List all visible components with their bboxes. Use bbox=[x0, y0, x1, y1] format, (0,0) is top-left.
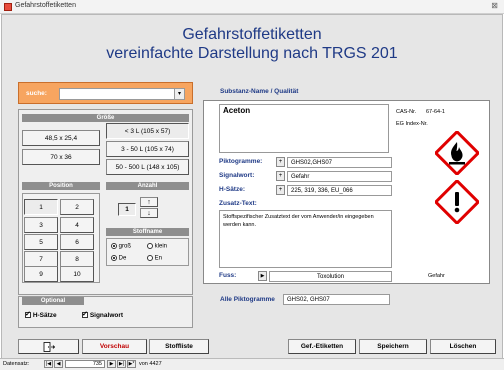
hsaetze-field[interactable]: 225, 319, 336, EU_066 bbox=[287, 185, 392, 196]
alle-piktogramme-label: Alle Piktogramme bbox=[220, 296, 275, 303]
fuss-select-button[interactable]: ▶ bbox=[258, 271, 267, 281]
size-button-1[interactable]: 48,5 x 25,4 bbox=[22, 130, 100, 146]
piktogramme-label: Piktogramme: bbox=[219, 158, 263, 165]
search-panel: suche: ▾ bbox=[18, 82, 193, 104]
option-de[interactable]: De bbox=[111, 255, 126, 262]
loeschen-button[interactable]: Löschen bbox=[430, 339, 496, 354]
fuss-field[interactable]: Toxolution bbox=[269, 271, 392, 282]
cas-value: 67-64-1 bbox=[426, 109, 445, 115]
option-de-label: De bbox=[118, 255, 127, 262]
heading-line2: vereinfachte Darstellung nach TRGS 201 bbox=[106, 45, 398, 62]
app-icon bbox=[4, 3, 12, 11]
position-cell-10[interactable]: 10 bbox=[60, 266, 94, 282]
speichern-button[interactable]: Speichern bbox=[359, 339, 427, 354]
zusatz-label: Zusatz-Text: bbox=[219, 200, 257, 207]
eg-label: EG Index-Nr. bbox=[396, 121, 428, 127]
size-button-5[interactable]: 50 - 500 L (148 x 105) bbox=[106, 159, 189, 175]
cas-label: CAS-Nr. bbox=[396, 109, 417, 115]
option-klein[interactable]: klein bbox=[147, 243, 167, 250]
anzahl-header: Anzahl bbox=[106, 182, 189, 190]
fuss-signalwort: Gefahr bbox=[428, 273, 445, 279]
groesse-header: Größe bbox=[22, 114, 189, 122]
size-button-4[interactable]: 3 - 50 L (105 x 74) bbox=[106, 141, 189, 157]
option-gross-label: groß bbox=[118, 243, 132, 250]
vorschau-button[interactable]: Vorschau bbox=[82, 339, 147, 354]
position-cell-3[interactable]: 3 bbox=[24, 217, 58, 233]
close-icon[interactable]: ⊠ bbox=[491, 1, 498, 10]
hsaetze-picker-button[interactable]: + bbox=[276, 185, 285, 195]
signalwort-picker-button[interactable]: + bbox=[276, 171, 285, 181]
radio-gross[interactable] bbox=[111, 243, 117, 249]
substance-name-field[interactable]: Aceton bbox=[219, 104, 389, 153]
option-gross[interactable]: groß bbox=[111, 243, 131, 250]
window-titlebar: Gefahrstoffetiketten ⊠ bbox=[0, 0, 504, 14]
position-header: Position bbox=[22, 182, 100, 190]
stoffliste-button[interactable]: Stoffliste bbox=[149, 339, 209, 354]
radio-de[interactable] bbox=[111, 255, 117, 261]
fuss-label: Fuss: bbox=[219, 272, 237, 279]
gef-etiketten-button[interactable]: Gef.-Etiketten bbox=[288, 339, 356, 354]
zusatz-textarea[interactable]: Stoffspezifischer Zusatztext der vom Anw… bbox=[219, 210, 392, 268]
position-cell-5[interactable]: 5 bbox=[24, 234, 58, 250]
position-cell-8[interactable]: 8 bbox=[60, 251, 94, 267]
position-cell-1[interactable]: 1 bbox=[24, 199, 58, 215]
option-signalwort-label: Signalwort bbox=[89, 312, 124, 319]
option-en[interactable]: En bbox=[147, 255, 162, 262]
search-label: suche: bbox=[26, 90, 47, 97]
dropdown-arrow-icon[interactable]: ▾ bbox=[174, 89, 184, 99]
exit-door-icon bbox=[43, 341, 55, 352]
nav-total: von 4427 bbox=[139, 361, 162, 367]
stoffname-options: groß klein De En bbox=[106, 238, 189, 266]
position-cell-4[interactable]: 4 bbox=[60, 217, 94, 233]
search-combobox[interactable]: ▾ bbox=[59, 88, 185, 100]
piktogramme-picker-button[interactable]: + bbox=[276, 157, 285, 167]
stoffname-header: Stoffname bbox=[106, 228, 189, 236]
option-signalwort[interactable]: Signalwort bbox=[82, 310, 124, 319]
size-button-3[interactable]: < 3 L (105 x 57) bbox=[106, 123, 189, 139]
nav-first-button[interactable]: |◀ bbox=[44, 360, 53, 368]
signalwort-field[interactable]: Gefahr bbox=[287, 171, 392, 182]
signalwort-label: Signalwort: bbox=[219, 172, 255, 179]
window-title: Gefahrstoffetiketten bbox=[15, 2, 76, 9]
optional-header: Optional bbox=[22, 297, 84, 305]
radio-en[interactable] bbox=[147, 255, 153, 261]
option-en-label: En bbox=[154, 255, 163, 262]
nav-new-button[interactable]: ▶* bbox=[127, 360, 136, 368]
position-cell-6[interactable]: 6 bbox=[60, 234, 94, 250]
exclamation-pictogram bbox=[435, 180, 479, 224]
checkbox-hsaetze[interactable] bbox=[25, 310, 31, 319]
anzahl-value[interactable]: 1 bbox=[118, 203, 136, 216]
checkbox-signalwort[interactable] bbox=[82, 310, 88, 319]
substanz-section-label: Substanz-Name / Qualität bbox=[220, 88, 299, 95]
alle-piktogramme-field[interactable]: GHS02, GHS07 bbox=[283, 294, 390, 305]
hsaetze-label: H-Sätze: bbox=[219, 186, 246, 193]
position-cell-7[interactable]: 7 bbox=[24, 251, 58, 267]
exit-button[interactable] bbox=[18, 339, 79, 354]
position-cell-9[interactable]: 9 bbox=[24, 266, 58, 282]
arrow-up-icon[interactable]: ↑ bbox=[140, 197, 158, 207]
arrow-down-icon[interactable]: ↓ bbox=[140, 208, 158, 218]
radio-klein[interactable] bbox=[147, 243, 153, 249]
nav-label: Datensatz: bbox=[3, 361, 30, 367]
nav-prev-button[interactable]: ◀ bbox=[54, 360, 63, 368]
size-button-2[interactable]: 70 x 36 bbox=[22, 149, 100, 165]
piktogramme-field[interactable]: GHS02,GHS07 bbox=[287, 157, 392, 168]
heading-line1: Gefahrstoffetiketten bbox=[182, 26, 322, 43]
position-cell-2[interactable]: 2 bbox=[60, 199, 94, 215]
option-klein-label: klein bbox=[154, 243, 168, 250]
option-hsaetze-label: H-Sätze bbox=[32, 312, 57, 319]
nav-last-button[interactable]: ▶| bbox=[117, 360, 126, 368]
nav-current-field[interactable]: 735 bbox=[65, 360, 105, 368]
option-hsaetze[interactable]: H-Sätze bbox=[25, 310, 57, 319]
flame-pictogram bbox=[435, 131, 479, 175]
nav-next-button[interactable]: ▶ bbox=[107, 360, 116, 368]
